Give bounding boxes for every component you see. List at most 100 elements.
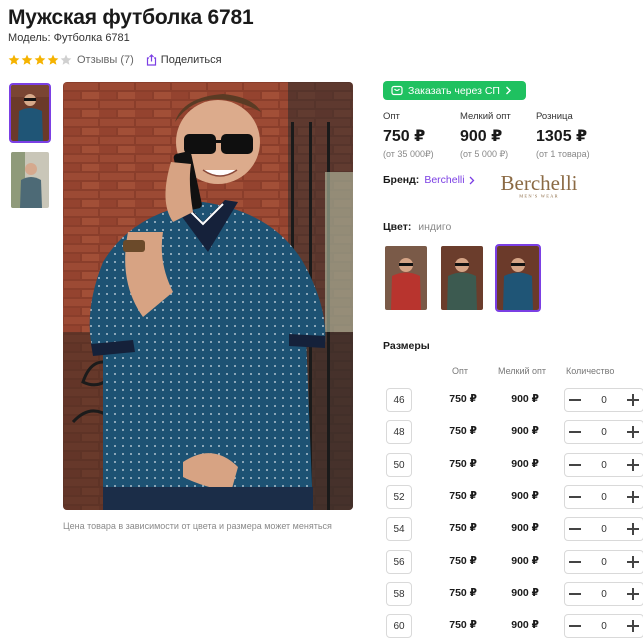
quantity-value[interactable]: 0 bbox=[601, 621, 607, 632]
sizes-title: Размеры bbox=[383, 340, 430, 352]
logo-subtext: MEN'S WEAR bbox=[519, 194, 559, 199]
plus-icon[interactable] bbox=[627, 491, 639, 503]
size-price-opt: 750 ₽ bbox=[449, 555, 477, 567]
minus-icon[interactable] bbox=[569, 620, 581, 632]
price-value: 750 ₽ bbox=[383, 128, 426, 145]
size-row: 52 750 ₽ 900 ₽ 0 bbox=[386, 485, 643, 509]
size-price-opt: 750 ₽ bbox=[449, 425, 477, 437]
swatch-indigo[interactable] bbox=[495, 244, 541, 312]
quantity-stepper[interactable]: 0 bbox=[564, 420, 643, 444]
thumbnail-olive[interactable] bbox=[9, 150, 51, 210]
size-price-opt: 750 ₽ bbox=[449, 619, 477, 631]
size-price-small-opt: 900 ₽ bbox=[511, 490, 539, 502]
size-price-opt: 750 ₽ bbox=[449, 393, 477, 405]
header-small-opt: Мелкий опт bbox=[498, 366, 547, 376]
size-label: 48 bbox=[386, 420, 412, 444]
swatch-red[interactable] bbox=[383, 244, 429, 312]
price-retail: Розница 1305 ₽ (от 1 товара) bbox=[536, 111, 613, 160]
minus-icon[interactable] bbox=[569, 394, 581, 406]
size-price-small-opt: 900 ₽ bbox=[511, 458, 539, 470]
share-icon bbox=[146, 54, 156, 66]
brand-label: Бренд: bbox=[383, 174, 420, 186]
size-label: 54 bbox=[386, 517, 412, 541]
product-model: Модель: Футболка 6781 bbox=[8, 32, 130, 44]
quantity-value[interactable]: 0 bbox=[601, 524, 607, 535]
logo-text: Berchelli bbox=[501, 173, 578, 195]
quantity-value[interactable]: 0 bbox=[601, 460, 607, 471]
quantity-value[interactable]: 0 bbox=[601, 395, 607, 406]
size-price-opt: 750 ₽ bbox=[449, 587, 477, 599]
cart-icon bbox=[391, 85, 403, 96]
quantity-stepper[interactable]: 0 bbox=[564, 388, 643, 412]
share-label: Поделиться bbox=[160, 54, 222, 66]
color-value: индиго bbox=[418, 221, 452, 233]
share-button[interactable]: Поделиться bbox=[146, 54, 222, 66]
quantity-value[interactable]: 0 bbox=[601, 427, 607, 438]
size-price-small-opt: 900 ₽ bbox=[511, 393, 539, 405]
plus-icon[interactable] bbox=[627, 620, 639, 632]
size-price-opt: 750 ₽ bbox=[449, 458, 477, 470]
brand-logo[interactable]: Berchelli MEN'S WEAR bbox=[489, 171, 589, 204]
swatch-image bbox=[497, 246, 539, 310]
quantity-value[interactable]: 0 bbox=[601, 557, 607, 568]
reviews-link[interactable]: Отзывы (7) bbox=[77, 54, 134, 66]
rating-stars bbox=[8, 54, 72, 66]
size-label: 58 bbox=[386, 582, 412, 606]
quantity-stepper[interactable]: 0 bbox=[564, 614, 643, 638]
size-label: 60 bbox=[386, 614, 412, 638]
plus-icon[interactable] bbox=[627, 588, 639, 600]
quantity-value[interactable]: 0 bbox=[601, 492, 607, 503]
plus-icon[interactable] bbox=[627, 523, 639, 535]
price-label: Опт bbox=[383, 111, 400, 122]
price-condition: (от 1 товара) bbox=[536, 149, 590, 159]
size-price-small-opt: 900 ₽ bbox=[511, 587, 539, 599]
minus-icon[interactable] bbox=[569, 556, 581, 568]
quantity-stepper[interactable]: 0 bbox=[564, 485, 643, 509]
plus-icon[interactable] bbox=[627, 394, 639, 406]
quantity-stepper[interactable]: 0 bbox=[564, 453, 643, 477]
order-joint-purchase-button[interactable]: Заказать через СП bbox=[383, 81, 526, 100]
thumbnail-indigo[interactable] bbox=[9, 83, 51, 143]
star-filled-icon bbox=[21, 54, 33, 65]
quantity-stepper[interactable]: 0 bbox=[564, 517, 643, 541]
plus-icon[interactable] bbox=[627, 556, 639, 568]
size-price-small-opt: 900 ₽ bbox=[511, 619, 539, 631]
price-wholesale: Опт 750 ₽ (от 35 000₽) bbox=[383, 111, 460, 160]
thumbnail-image bbox=[11, 152, 49, 208]
minus-icon[interactable] bbox=[569, 426, 581, 438]
minus-icon[interactable] bbox=[569, 491, 581, 503]
plus-icon[interactable] bbox=[627, 426, 639, 438]
size-price-small-opt: 900 ₽ bbox=[511, 522, 539, 534]
header-opt: Опт bbox=[452, 366, 468, 376]
size-price-small-opt: 900 ₽ bbox=[511, 555, 539, 567]
quantity-stepper[interactable]: 0 bbox=[564, 582, 643, 606]
swatch-olive[interactable] bbox=[439, 244, 485, 312]
minus-icon[interactable] bbox=[569, 459, 581, 471]
size-row: 46 750 ₽ 900 ₽ 0 bbox=[386, 388, 643, 412]
quantity-stepper[interactable]: 0 bbox=[564, 550, 643, 574]
price-table: Опт 750 ₽ (от 35 000₽) Мелкий опт 900 ₽ … bbox=[383, 111, 613, 160]
star-filled-icon bbox=[47, 54, 59, 65]
chevron-right-icon bbox=[505, 86, 511, 95]
size-row: 50 750 ₽ 900 ₽ 0 bbox=[386, 453, 643, 477]
plus-icon[interactable] bbox=[627, 459, 639, 471]
size-row: 58 750 ₽ 900 ₽ 0 bbox=[386, 582, 643, 606]
star-filled-icon bbox=[8, 54, 20, 65]
size-label: 50 bbox=[386, 453, 412, 477]
minus-icon[interactable] bbox=[569, 588, 581, 600]
size-row: 56 750 ₽ 900 ₽ 0 bbox=[386, 550, 643, 574]
price-label: Мелкий опт bbox=[460, 111, 511, 122]
size-row: 54 750 ₽ 900 ₽ 0 bbox=[386, 517, 643, 541]
main-product-photo[interactable] bbox=[63, 82, 353, 510]
color-swatches bbox=[383, 244, 541, 312]
star-empty-icon bbox=[60, 54, 72, 65]
size-price-opt: 750 ₽ bbox=[449, 522, 477, 534]
brand-link[interactable]: Berchelli bbox=[424, 174, 475, 186]
order-button-label: Заказать через СП bbox=[408, 84, 500, 97]
minus-icon[interactable] bbox=[569, 523, 581, 535]
size-label: 52 bbox=[386, 485, 412, 509]
color-row: Цвет: индиго bbox=[383, 221, 451, 233]
quantity-value[interactable]: 0 bbox=[601, 589, 607, 600]
swatch-image bbox=[385, 246, 427, 310]
size-label: 46 bbox=[386, 388, 412, 412]
